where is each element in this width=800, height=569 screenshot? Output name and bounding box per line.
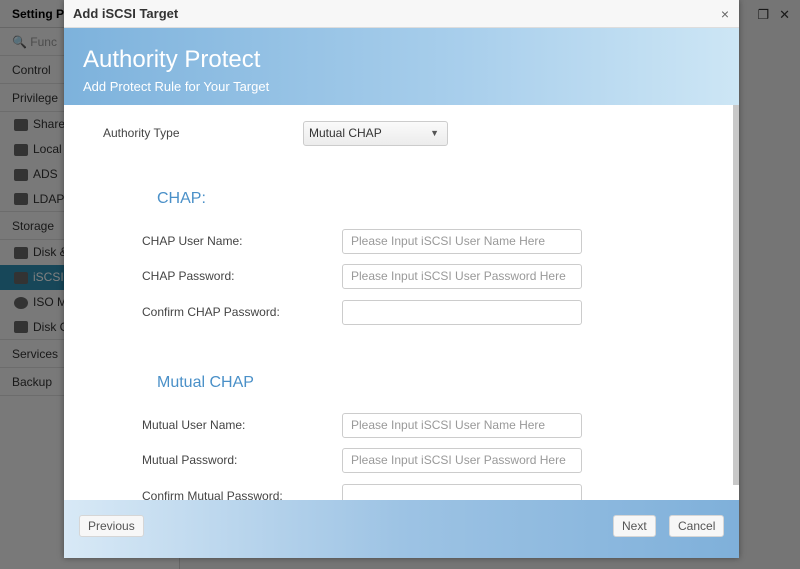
cancel-button[interactable]: Cancel [669,515,725,537]
confirm-mutual-password-input[interactable] [342,484,582,500]
header-title: Authority Protect [83,46,261,73]
previous-button[interactable]: Previous [79,515,144,537]
close-icon[interactable]: × [721,6,729,22]
mutual-user-input[interactable]: Please Input iSCSI User Name Here [342,413,582,438]
dropdown-arrow-icon: ▼ [430,128,439,138]
dialog-header: Authority Protect Add Protect Rule for Y… [64,28,739,105]
authority-type-select[interactable]: Mutual CHAP ▼ [303,121,448,146]
mutual-chap-heading: Mutual CHAP [157,374,254,391]
dialog-footer: Previous Next Cancel [64,500,739,558]
confirm-chap-password-label: Confirm CHAP Password: [142,305,280,319]
dialog-title: Add iSCSI Target [73,6,179,21]
mutual-password-label: Mutual Password: [142,453,238,467]
header-subtitle: Add Protect Rule for Your Target [83,79,270,94]
scrollbar[interactable] [733,105,739,485]
confirm-chap-password-input[interactable] [342,300,582,325]
selected-value: Mutual CHAP [309,126,382,140]
chap-user-input[interactable]: Please Input iSCSI User Name Here [342,229,582,254]
dialog-titlebar: Add iSCSI Target × [64,0,739,28]
mutual-user-label: Mutual User Name: [142,418,246,432]
next-button[interactable]: Next [613,515,656,537]
chap-heading: CHAP: [157,190,206,207]
confirm-mutual-password-label: Confirm Mutual Password: [142,489,283,500]
add-iscsi-target-dialog: Add iSCSI Target × Authority Protect Add… [64,0,739,558]
chap-password-input[interactable]: Please Input iSCSI User Password Here [342,264,582,289]
chap-user-label: CHAP User Name: [142,234,243,248]
authority-type-label: Authority Type [103,126,180,140]
chap-password-label: CHAP Password: [142,269,235,283]
dialog-body: Authority Type Mutual CHAP ▼ CHAP: CHAP U… [64,105,739,500]
mutual-password-input[interactable]: Please Input iSCSI User Password Here [342,448,582,473]
